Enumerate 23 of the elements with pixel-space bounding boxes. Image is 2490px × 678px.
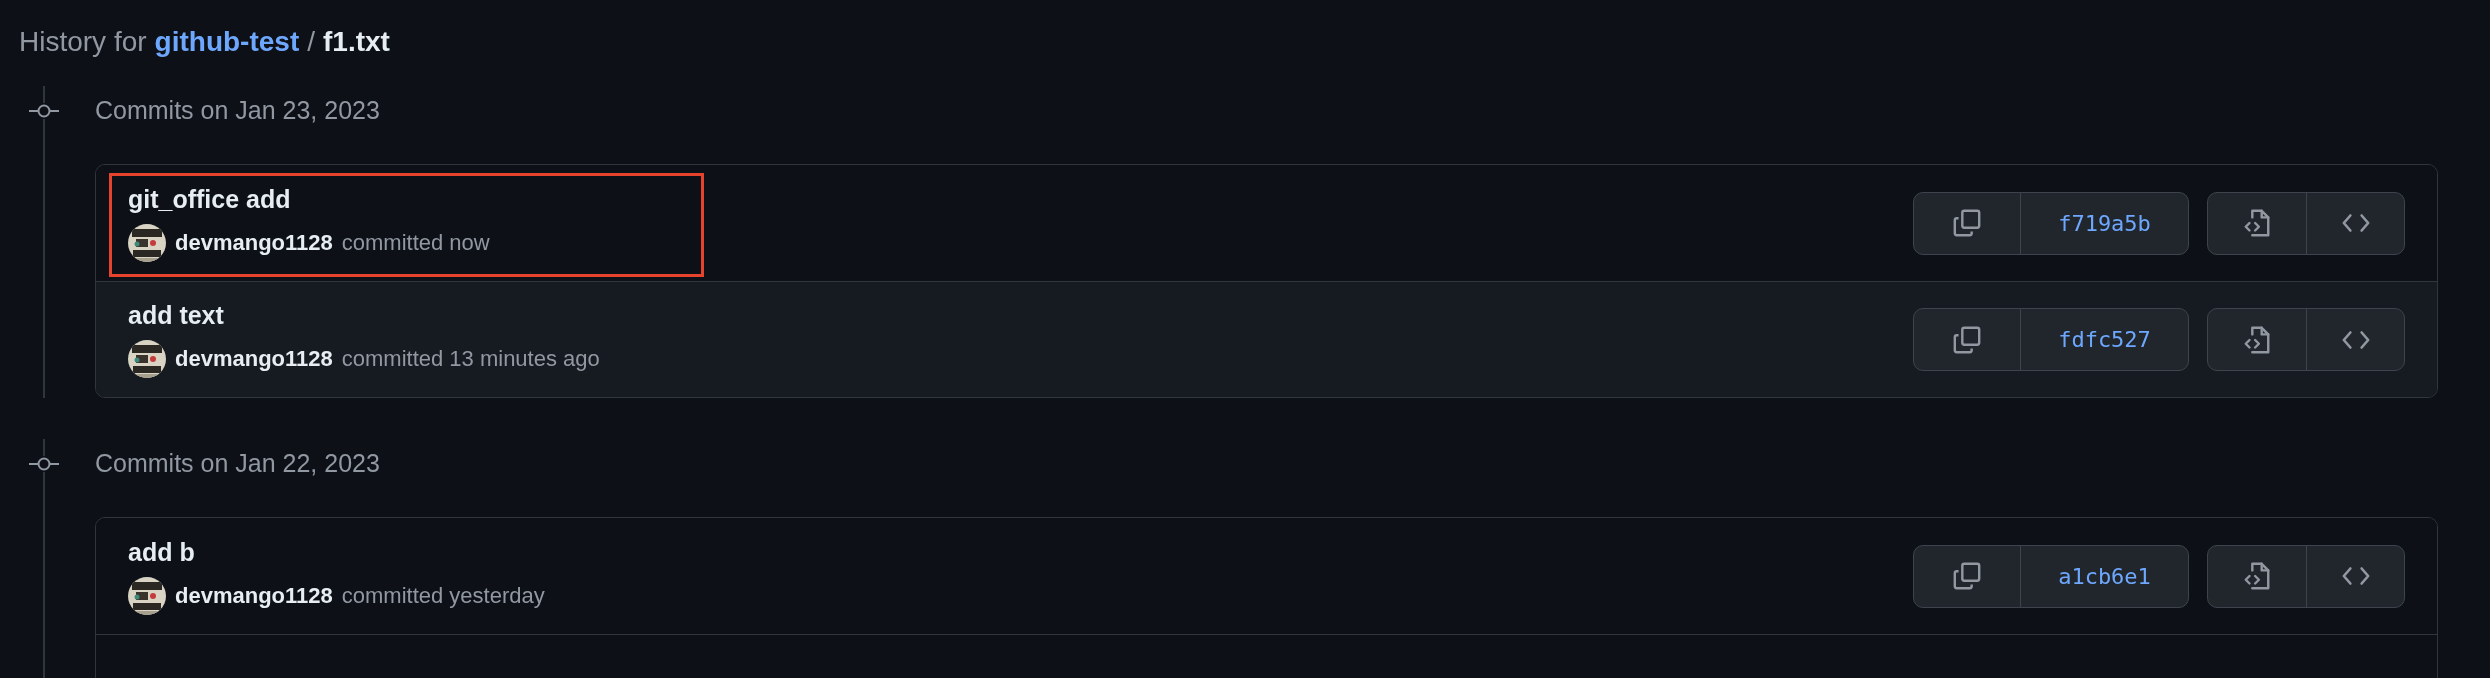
history-label: History for [19, 26, 147, 58]
author-name[interactable]: devmango1128 [175, 229, 333, 256]
file-code-icon [2242, 561, 2272, 591]
commit-time: committed now [341, 229, 490, 256]
copy-icon [1952, 324, 1982, 355]
commit-date-heading: Commits on Jan 23, 2023 [95, 96, 380, 125]
file-code-icon [2242, 324, 2272, 355]
commit-message[interactable]: git_office add [128, 184, 1913, 214]
commit-time: committed 13 minutes ago [341, 346, 600, 372]
file-name: f1.txt [323, 26, 390, 58]
file-code-icon [2242, 208, 2272, 238]
repo-link[interactable]: github-test [154, 26, 300, 58]
commit-message[interactable]: add b [128, 537, 1913, 567]
commit-node-icon [29, 103, 59, 119]
commit-time: committed yesterday [341, 582, 545, 609]
author-name[interactable]: devmango1128 [175, 582, 333, 609]
commit-date-heading: Commits on Jan 22, 2023 [95, 449, 380, 478]
author-name[interactable]: devmango1128 [175, 346, 333, 372]
commit-node-icon [29, 456, 59, 472]
copy-icon [1952, 561, 1982, 591]
copy-icon [1952, 208, 1982, 238]
commit-message[interactable]: add text [128, 301, 1913, 330]
path-separator: / [307, 26, 315, 58]
